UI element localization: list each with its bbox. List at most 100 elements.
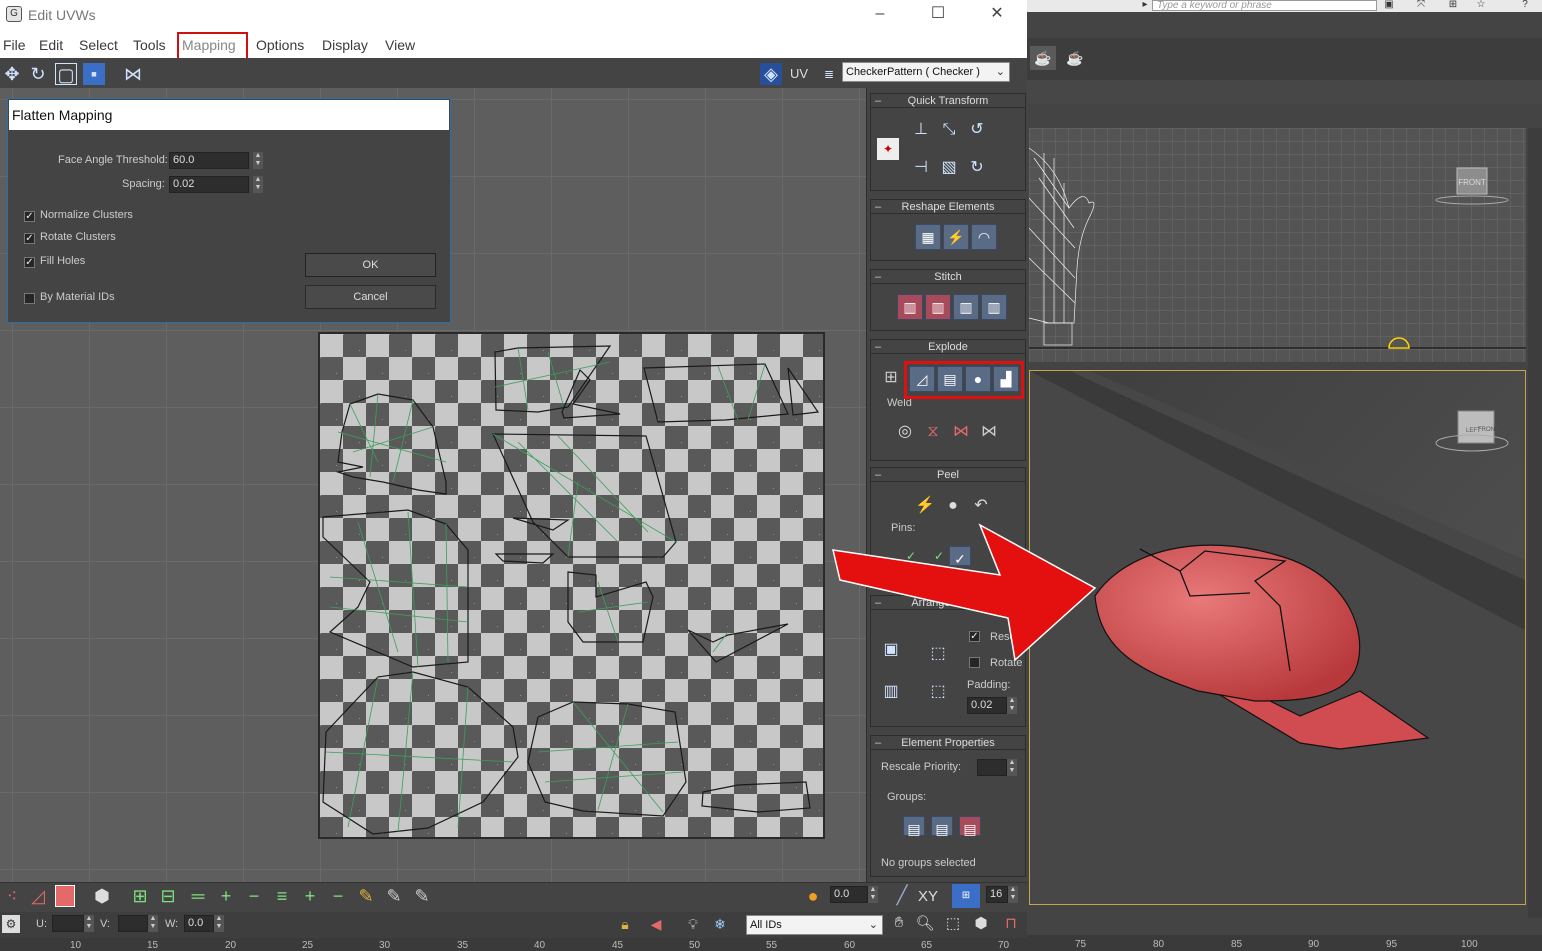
fill-holes-checkbox[interactable]: ✓ bbox=[24, 257, 35, 268]
ok-button[interactable]: OK bbox=[305, 253, 436, 277]
scale-icon[interactable]: ▢ bbox=[55, 63, 77, 85]
zoom-extents-icon[interactable]: ⬢ bbox=[970, 914, 992, 934]
group-lock-icon[interactable]: ▤ bbox=[931, 816, 953, 837]
settings-gear-icon[interactable]: ⚙ bbox=[2, 915, 20, 933]
normalize-checkbox[interactable]: ✓ bbox=[24, 211, 35, 222]
search-input[interactable]: Type a keyword or phrase bbox=[1152, 0, 1377, 11]
ring-icon[interactable]: ≡ bbox=[272, 885, 292, 907]
vertex-mode-icon[interactable]: ⁖ bbox=[2, 885, 22, 907]
collapse-icon[interactable]: – bbox=[875, 94, 881, 108]
v-spinner[interactable]: ▲ ▼ bbox=[148, 915, 158, 932]
edge-mode-icon[interactable]: ◿ bbox=[28, 885, 48, 907]
padding-spinner[interactable]: ▲ ▼ bbox=[1007, 697, 1017, 714]
pixel-snap-icon[interactable]: ⊞ bbox=[952, 884, 980, 908]
bulb-icon[interactable]: 💡︎ bbox=[683, 914, 703, 934]
teapot-render-icon[interactable]: ☕ bbox=[1062, 46, 1088, 70]
help-icon[interactable]: ? bbox=[1516, 0, 1534, 10]
group-remove-icon[interactable]: ▤ bbox=[959, 816, 981, 837]
move-icon[interactable]: ✥ bbox=[1, 63, 23, 85]
close-icon[interactable]: ✕ bbox=[977, 4, 1017, 26]
menu-options[interactable]: Options bbox=[256, 37, 304, 53]
grid-size-spinner[interactable]: ▲ ▼ bbox=[1008, 886, 1018, 903]
pack-together-icon[interactable]: ▥ bbox=[879, 680, 903, 704]
rotate-cw-icon[interactable]: ↻ bbox=[965, 156, 989, 180]
collapse-icon[interactable]: – bbox=[875, 468, 881, 482]
polygon-mode-icon[interactable] bbox=[55, 885, 75, 907]
align-horizontal-icon[interactable]: ⊣ bbox=[909, 156, 933, 180]
stitch-custom-icon[interactable]: ▥ bbox=[981, 294, 1007, 320]
relax-icon[interactable]: ⚡ bbox=[943, 224, 969, 250]
weld-target-icon[interactable]: ◎ bbox=[893, 420, 917, 444]
element-mode-icon[interactable]: ⬢ bbox=[92, 885, 112, 907]
cancel-button[interactable]: Cancel bbox=[305, 285, 436, 309]
tool-icon[interactable]: ⤧ bbox=[1412, 0, 1430, 10]
menu-tools[interactable]: Tools bbox=[133, 37, 166, 53]
peel-mode-icon[interactable]: ● bbox=[941, 494, 965, 518]
collapse-icon[interactable]: – bbox=[875, 340, 881, 354]
rescale-priority-input[interactable] bbox=[977, 759, 1007, 776]
list-icon[interactable]: ≣ bbox=[818, 63, 840, 85]
pivot-icon[interactable]: ✦ bbox=[877, 138, 899, 160]
freeform-icon[interactable]: ▪ bbox=[83, 63, 105, 85]
falloff-spinner[interactable]: ▲ ▼ bbox=[868, 886, 878, 903]
pan-hand-icon[interactable]: ✋︎ bbox=[888, 914, 910, 934]
rotate-ccw-icon[interactable]: ↺ bbox=[965, 118, 989, 142]
falloff-input[interactable]: 0.0 bbox=[830, 886, 868, 903]
checker-pattern-select[interactable]: CheckerPattern ( Checker ) ⌄ bbox=[842, 62, 1010, 82]
menu-edit[interactable]: Edit bbox=[39, 37, 63, 53]
ring-grow-icon[interactable]: + bbox=[300, 885, 320, 907]
group-select-icon[interactable]: ▤ bbox=[903, 816, 925, 837]
loop-icon[interactable]: ═ bbox=[188, 885, 208, 907]
material-ids-checkbox[interactable] bbox=[24, 293, 35, 304]
play-icon[interactable]: ▸ bbox=[1136, 0, 1154, 10]
u-input[interactable] bbox=[52, 915, 84, 932]
weld-edges-icon[interactable]: ⋈ bbox=[949, 420, 973, 444]
rescale-elements-icon[interactable]: ⬚ bbox=[926, 680, 950, 704]
cart-icon[interactable]: ⊞ bbox=[1444, 0, 1462, 10]
maximize-icon[interactable]: ☐ bbox=[918, 4, 958, 26]
star-icon[interactable]: ☆ bbox=[1472, 0, 1490, 10]
grow-selection-icon[interactable]: ⊞ bbox=[130, 885, 150, 907]
shrink-selection-icon[interactable]: ⊟ bbox=[158, 885, 178, 907]
stitch-to-target-icon[interactable]: ▥ bbox=[897, 294, 923, 320]
hide-icon[interactable]: ◀ bbox=[645, 914, 667, 934]
w-spinner[interactable]: ▲ ▼ bbox=[214, 915, 224, 932]
align-linear-icon[interactable]: ⤡ bbox=[937, 118, 961, 142]
top-viewport[interactable]: FRONT bbox=[1029, 128, 1526, 362]
menu-view[interactable]: View bbox=[385, 37, 415, 53]
zoom-region-icon[interactable]: ⬚ bbox=[942, 914, 964, 934]
stitch-source-icon[interactable]: ▥ bbox=[953, 294, 979, 320]
quick-peel-icon[interactable]: ⚡ bbox=[913, 494, 937, 518]
falloff-type-icon[interactable]: ╱ bbox=[890, 885, 914, 907]
spacing-input[interactable]: 0.02 bbox=[169, 176, 249, 193]
zoom-icon[interactable]: 🔍︎ bbox=[914, 914, 936, 934]
freeze-icon[interactable]: ❄ bbox=[710, 914, 730, 934]
reset-peel-icon[interactable]: ↶ bbox=[969, 494, 993, 518]
xy-label[interactable]: XY bbox=[918, 888, 938, 905]
ring-shrink-icon[interactable]: − bbox=[328, 885, 348, 907]
rescale-priority-spinner[interactable]: ▲ ▼ bbox=[1007, 759, 1017, 776]
align-to-edge-icon[interactable]: ▧ bbox=[937, 156, 961, 180]
lock-icon[interactable]: 🔒︎ bbox=[615, 914, 635, 934]
v-input[interactable] bbox=[118, 915, 148, 932]
paint-shrink-icon[interactable]: ✎ bbox=[412, 885, 432, 907]
collapse-icon[interactable]: – bbox=[875, 200, 881, 214]
weld-threshold-icon[interactable]: ⋈ bbox=[977, 420, 1001, 444]
circle-icon[interactable]: ◠ bbox=[971, 224, 997, 250]
u-spinner[interactable]: ▲ ▼ bbox=[84, 915, 94, 932]
soft-selection-icon[interactable]: ● bbox=[802, 884, 824, 908]
w-input[interactable]: 0.0 bbox=[184, 915, 214, 932]
rotate-icon[interactable]: ↻ bbox=[27, 63, 49, 85]
stitch-average-icon[interactable]: ▥ bbox=[925, 294, 951, 320]
padding-input[interactable]: 0.02 bbox=[967, 697, 1007, 714]
break-icon[interactable]: ⊞ bbox=[879, 366, 903, 390]
minimize-icon[interactable]: – bbox=[860, 4, 900, 26]
loop-grow-icon[interactable]: + bbox=[216, 885, 236, 907]
uv-islands[interactable] bbox=[318, 332, 825, 839]
material-ids-select[interactable]: All IDs ⌄ bbox=[746, 915, 883, 935]
menu-select[interactable]: Select bbox=[79, 37, 118, 53]
paint-grow-icon[interactable]: ✎ bbox=[384, 885, 404, 907]
spacing-spinner[interactable]: ▲ ▼ bbox=[253, 176, 263, 193]
binoculars-icon[interactable]: ▣ bbox=[1380, 0, 1398, 10]
loop-shrink-icon[interactable]: − bbox=[244, 885, 264, 907]
